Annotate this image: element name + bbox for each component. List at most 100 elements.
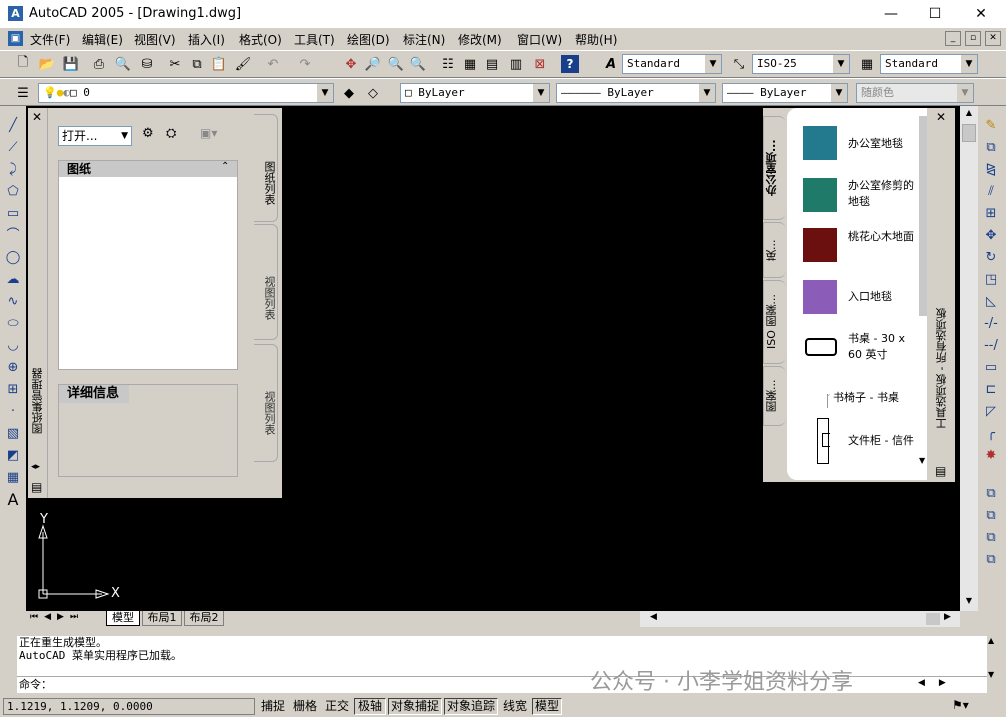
scale-icon[interactable]: ◳: [981, 270, 1001, 290]
offset-icon[interactable]: ⫽: [981, 182, 1001, 202]
zoom-previous-icon[interactable]: 🔍: [407, 53, 429, 75]
break-at-point-icon[interactable]: ⊏: [981, 380, 1001, 400]
revcloud-icon[interactable]: ☁: [3, 270, 23, 290]
table-style-select[interactable]: Standard ▼: [880, 54, 978, 74]
point-icon[interactable]: ·: [3, 402, 23, 422]
scroll-up-icon[interactable]: ▲: [962, 108, 976, 120]
draworder-front-icon[interactable]: ⧉: [981, 484, 1001, 504]
arc-icon[interactable]: ⌒: [3, 226, 23, 246]
swatch-office-carpet[interactable]: [803, 126, 837, 160]
palette-scroll-down-icon[interactable]: ▼: [919, 456, 925, 465]
mdi-minimize-button[interactable]: _: [945, 31, 961, 46]
menu-tools[interactable]: 工具(T): [294, 31, 335, 48]
polygon-icon[interactable]: ⬠: [3, 182, 23, 202]
properties-menu-icon[interactable]: ▤: [31, 480, 42, 494]
autocad-app-icon[interactable]: A: [8, 6, 23, 21]
vertical-scrollbar[interactable]: ▲ ▼: [960, 106, 978, 611]
spline-icon[interactable]: ∿: [3, 292, 23, 312]
maximize-button[interactable]: ☐: [920, 4, 950, 24]
horizontal-scrollbar[interactable]: ◀ ▶: [640, 611, 960, 627]
chamfer-icon[interactable]: ◸: [981, 402, 1001, 422]
palette-properties-icon[interactable]: ▤: [935, 464, 946, 478]
polyline-icon[interactable]: ⤸: [3, 160, 23, 180]
menu-edit[interactable]: 编辑(E): [82, 31, 123, 48]
palette-tab-iso[interactable]: ISO 图案...: [763, 280, 785, 364]
mdi-restore-button[interactable]: ▫: [965, 31, 981, 46]
tab-resource-drawings[interactable]: 视图列表: [254, 344, 278, 462]
insert-block-icon[interactable]: ⊕: [3, 358, 23, 378]
status-model[interactable]: 模型: [532, 698, 562, 715]
make-block-icon[interactable]: ⊞: [3, 380, 23, 400]
new-icon[interactable]: 🗋: [12, 53, 34, 75]
auto-hide-icon[interactable]: ◂▸: [31, 462, 40, 472]
publish-sheet-icon[interactable]: ⛭: [166, 126, 176, 141]
tab-model[interactable]: 模型: [106, 611, 140, 626]
toolpalettes-icon[interactable]: ▤: [481, 53, 503, 75]
region-icon[interactable]: ◩: [3, 446, 23, 466]
preview-icon[interactable]: 🔍: [112, 53, 134, 75]
draworder-back-icon[interactable]: ⧉: [981, 506, 1001, 526]
menu-dimension[interactable]: 标注(N): [403, 31, 445, 48]
plot-icon[interactable]: ⎙: [88, 53, 110, 75]
publish-icon[interactable]: ⛁: [136, 53, 158, 75]
mdi-close-button[interactable]: ✕: [985, 31, 1001, 46]
scroll-left-icon[interactable]: ◀: [650, 612, 657, 622]
pan-icon[interactable]: ✥: [340, 53, 362, 75]
sheet-action-icon[interactable]: ⚙: [142, 126, 154, 141]
extend-icon[interactable]: --/: [981, 336, 1001, 356]
palette-tab-pattern[interactable]: 图案...: [763, 366, 785, 426]
ellipse-icon[interactable]: ⬭: [3, 314, 23, 334]
status-ortho[interactable]: 正交: [322, 698, 352, 715]
scroll-thumb[interactable]: [962, 124, 976, 142]
help-icon[interactable]: ?: [561, 55, 579, 73]
scroll-right-icon[interactable]: ▶: [944, 612, 951, 622]
desk-icon[interactable]: [805, 338, 837, 356]
palette-item-label[interactable]: 文件柜 - 信件: [848, 433, 918, 449]
circle-icon[interactable]: ◯: [3, 248, 23, 268]
tab-sheet-list[interactable]: 图纸列表: [254, 114, 278, 222]
erase-icon[interactable]: ✎: [981, 116, 1001, 136]
color-select[interactable]: □ ByLayer ▼: [400, 83, 550, 103]
sheet-list[interactable]: 图纸 ⌃: [58, 160, 238, 370]
linetype-select[interactable]: —————— ByLayer ▼: [556, 83, 716, 103]
status-lineweight[interactable]: 线宽: [500, 698, 530, 715]
trim-icon[interactable]: -/-: [981, 314, 1001, 334]
cmd-scroll-up-icon[interactable]: ▲: [988, 636, 994, 645]
menu-window[interactable]: 窗口(W): [517, 31, 562, 48]
tab-view-list[interactable]: 视图列表: [254, 224, 278, 340]
paste-icon[interactable]: 📋: [208, 53, 230, 75]
redo-icon[interactable]: ↷: [294, 53, 316, 75]
open-dropdown[interactable]: 打开... ▼: [58, 126, 132, 146]
make-current-layer-icon[interactable]: ◆: [338, 82, 360, 104]
swatch-entry-carpet[interactable]: [803, 280, 837, 314]
menu-modify[interactable]: 修改(M): [458, 31, 502, 48]
swatch-mahogany[interactable]: [803, 228, 837, 262]
mtext-icon[interactable]: A: [3, 490, 23, 510]
lineweight-select[interactable]: ———— ByLayer ▼: [722, 83, 848, 103]
rotate-icon[interactable]: ↻: [981, 248, 1001, 268]
text-style-icon[interactable]: A: [600, 53, 622, 75]
draworder-above-icon[interactable]: ⧉: [981, 528, 1001, 548]
status-otrack[interactable]: 对象追踪: [444, 698, 498, 715]
palette-item-label[interactable]: 桃花心木地面: [848, 229, 914, 245]
table-icon[interactable]: ▦: [3, 468, 23, 488]
palette-close-icon[interactable]: ✕: [936, 110, 946, 124]
tab-nav-icons[interactable]: ⏮◀▶⏭: [30, 612, 84, 622]
stretch-icon[interactable]: ◺: [981, 292, 1001, 312]
minimize-button[interactable]: —: [876, 4, 906, 24]
layer-previous-icon[interactable]: ◇: [362, 82, 384, 104]
status-snap[interactable]: 捕捉: [258, 698, 288, 715]
palette-item-label[interactable]: 书桌 - 30 x 60 英寸: [848, 331, 918, 363]
menu-draw[interactable]: 绘图(D): [347, 31, 390, 48]
explode-icon[interactable]: ✸: [981, 446, 1001, 466]
scroll-down-icon[interactable]: ▼: [962, 596, 976, 608]
ellipse-arc-icon[interactable]: ◡: [3, 336, 23, 356]
status-osnap[interactable]: 对象捕捉: [388, 698, 442, 715]
menu-insert[interactable]: 插入(I): [188, 31, 225, 48]
line-icon[interactable]: ╱: [3, 116, 23, 136]
menu-format[interactable]: 格式(O): [239, 31, 282, 48]
communication-center-icon[interactable]: ⚑▾: [952, 698, 969, 712]
status-grid[interactable]: 栅格: [290, 698, 320, 715]
palette-item-label[interactable]: 书椅子 - 书桌: [833, 390, 923, 406]
cmd-scroll-down-icon[interactable]: ▼: [988, 670, 994, 679]
